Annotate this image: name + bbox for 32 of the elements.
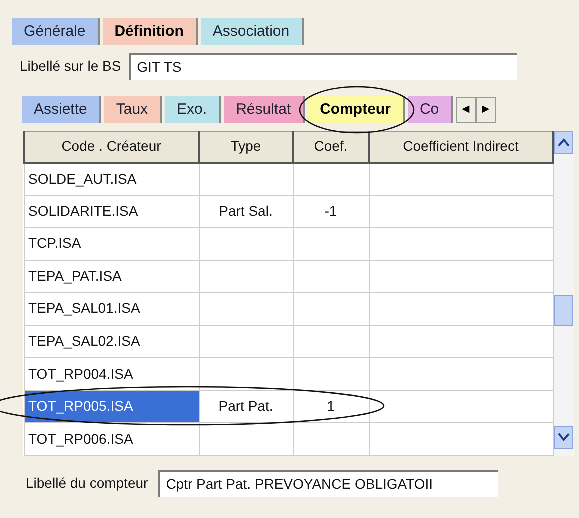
tab[interactable]: Taux (104, 96, 162, 123)
field-label: Libellé du compteur (26, 474, 148, 493)
table-cell[interactable]: SOLDE_AUT.ISA (24, 162, 199, 196)
tab[interactable]: Exo. (165, 96, 222, 123)
table-cell: -1 (293, 195, 369, 228)
table-cell: 1 (293, 390, 369, 423)
field-label: Libellé sur le BS (20, 57, 122, 76)
tab[interactable]: Co (408, 96, 454, 123)
tab[interactable]: Compteur (308, 96, 405, 123)
text-field[interactable]: GIT TS (129, 53, 518, 80)
table-cell[interactable]: TEPA_PAT.ISA (24, 260, 199, 293)
tab[interactable]: Association (200, 18, 304, 45)
column-header[interactable]: Coefficient Indirect (369, 132, 553, 162)
table-cell[interactable]: TCP.ISA (24, 228, 199, 260)
column-header[interactable]: Code . Créateur (24, 132, 199, 162)
table-cell[interactable]: TOT_RP005.ISA (24, 390, 199, 423)
table-cell[interactable]: TEPA_SAL02.ISA (24, 325, 199, 358)
table-cell[interactable]: TOT_RP004.ISA (24, 358, 199, 390)
table-cell[interactable]: TOT_RP006.ISA (24, 422, 199, 456)
tab[interactable]: Générale (12, 18, 100, 45)
scroll-left-button[interactable]: ◀ (456, 96, 476, 122)
tab[interactable]: Assiette (22, 96, 102, 123)
table-cell: Part Sal. (199, 195, 293, 228)
table-cell[interactable]: SOLIDARITE.ISA (24, 195, 199, 228)
column-header[interactable]: Type (199, 132, 293, 162)
tab[interactable]: Résultat (224, 96, 306, 123)
scroll-right-button[interactable]: ▶ (476, 96, 496, 122)
column-header[interactable]: Coef. (293, 132, 369, 162)
table-cell[interactable]: TEPA_SAL01.ISA (24, 292, 199, 326)
table-cell: Part Pat. (199, 390, 293, 423)
tab[interactable]: Définition (102, 18, 198, 45)
text-field[interactable]: Cptr Part Pat. PREVOYANCE OBLIGATOII (158, 470, 498, 497)
